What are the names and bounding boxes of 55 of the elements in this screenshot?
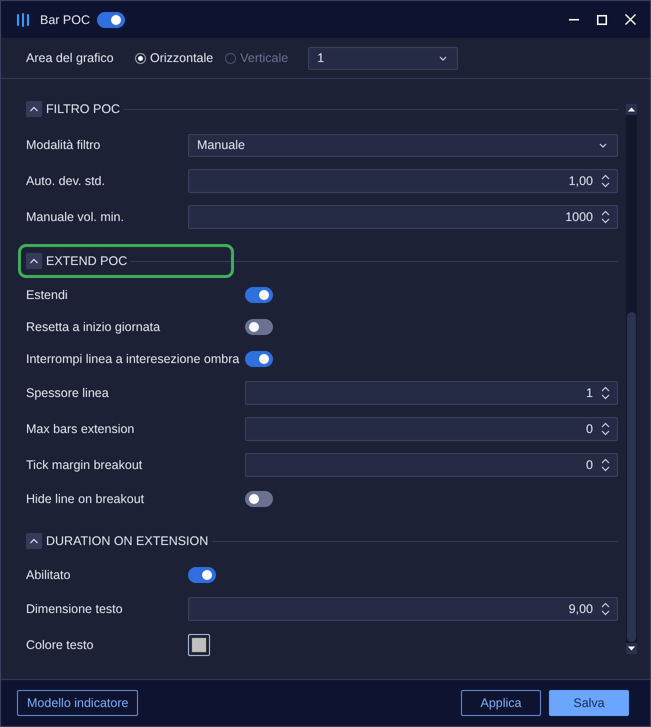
number-field[interactable]: 0 bbox=[245, 453, 618, 477]
field-label: Spessore linea bbox=[26, 385, 110, 402]
toggle-switch[interactable] bbox=[245, 351, 274, 367]
chevron-down-icon bbox=[599, 142, 607, 148]
footer-button[interactable]: Modello indicatore bbox=[17, 690, 138, 716]
number-field[interactable]: 9,00 bbox=[188, 597, 618, 621]
color-swatch[interactable] bbox=[188, 634, 210, 656]
collapse-icon[interactable] bbox=[26, 533, 42, 549]
collapse-icon[interactable] bbox=[26, 253, 42, 269]
section-title: EXTEND POC bbox=[46, 254, 128, 268]
field-label: Interrompi linea a interesezione ombra bbox=[26, 351, 240, 368]
scroll-up-icon[interactable] bbox=[626, 104, 637, 115]
field-label: Hide line on breakout bbox=[26, 491, 146, 508]
field-label: Estendi bbox=[26, 287, 69, 304]
panel-dropdown[interactable]: 1 bbox=[308, 46, 458, 70]
dropdown-field[interactable]: Manuale bbox=[188, 134, 618, 156]
field-label: Resetta a inizio giornata bbox=[26, 319, 162, 336]
field-label: Abilitato bbox=[26, 567, 72, 584]
minimize-icon[interactable] bbox=[569, 18, 579, 20]
field-label: Modalità filtro bbox=[26, 137, 102, 154]
number-field[interactable]: 0 bbox=[245, 417, 618, 441]
up-down-arrows-icon[interactable] bbox=[601, 422, 610, 436]
up-down-arrows-icon[interactable] bbox=[601, 458, 610, 472]
number-field[interactable]: 1,00 bbox=[188, 169, 618, 193]
field-label: Auto. dev. std. bbox=[26, 173, 106, 190]
section-title: FILTRO POC bbox=[46, 102, 120, 116]
toggle-switch[interactable] bbox=[245, 491, 274, 507]
number-field[interactable]: 1000 bbox=[188, 205, 618, 229]
up-down-arrows-icon[interactable] bbox=[601, 386, 610, 400]
window-title: Bar POC bbox=[40, 12, 90, 26]
up-down-arrows-icon[interactable] bbox=[601, 210, 610, 224]
field-label: Colore testo bbox=[26, 637, 94, 654]
scroll-down-icon[interactable] bbox=[626, 643, 637, 654]
field-label: Tick margin breakout bbox=[26, 457, 144, 474]
up-down-arrows-icon[interactable] bbox=[601, 174, 610, 188]
field-label: Manuale vol. min. bbox=[26, 209, 125, 226]
field-label: Dimensione testo bbox=[26, 601, 124, 618]
bars-icon bbox=[17, 12, 29, 26]
up-down-arrows-icon[interactable] bbox=[601, 602, 610, 616]
toggle-switch[interactable] bbox=[245, 287, 274, 303]
chevron-down-icon bbox=[439, 56, 448, 60]
footer-button[interactable]: Salva bbox=[549, 690, 629, 716]
enable-toggle[interactable] bbox=[97, 12, 126, 28]
toggle-switch[interactable] bbox=[188, 567, 216, 583]
section-title: DURATION ON EXTENSION bbox=[46, 534, 208, 548]
radio-option[interactable]: Orizzontale bbox=[135, 51, 214, 65]
footer-button[interactable]: Applica bbox=[461, 690, 541, 716]
field-label: Max bars extension bbox=[26, 421, 136, 438]
close-icon[interactable] bbox=[625, 14, 636, 25]
scrollbar[interactable] bbox=[626, 104, 637, 654]
collapse-icon[interactable] bbox=[26, 101, 42, 117]
toggle-switch[interactable] bbox=[245, 319, 274, 335]
chart-area-label: Area del grafico bbox=[26, 51, 115, 65]
maximize-icon[interactable] bbox=[597, 14, 607, 24]
number-field[interactable]: 1 bbox=[245, 381, 618, 405]
